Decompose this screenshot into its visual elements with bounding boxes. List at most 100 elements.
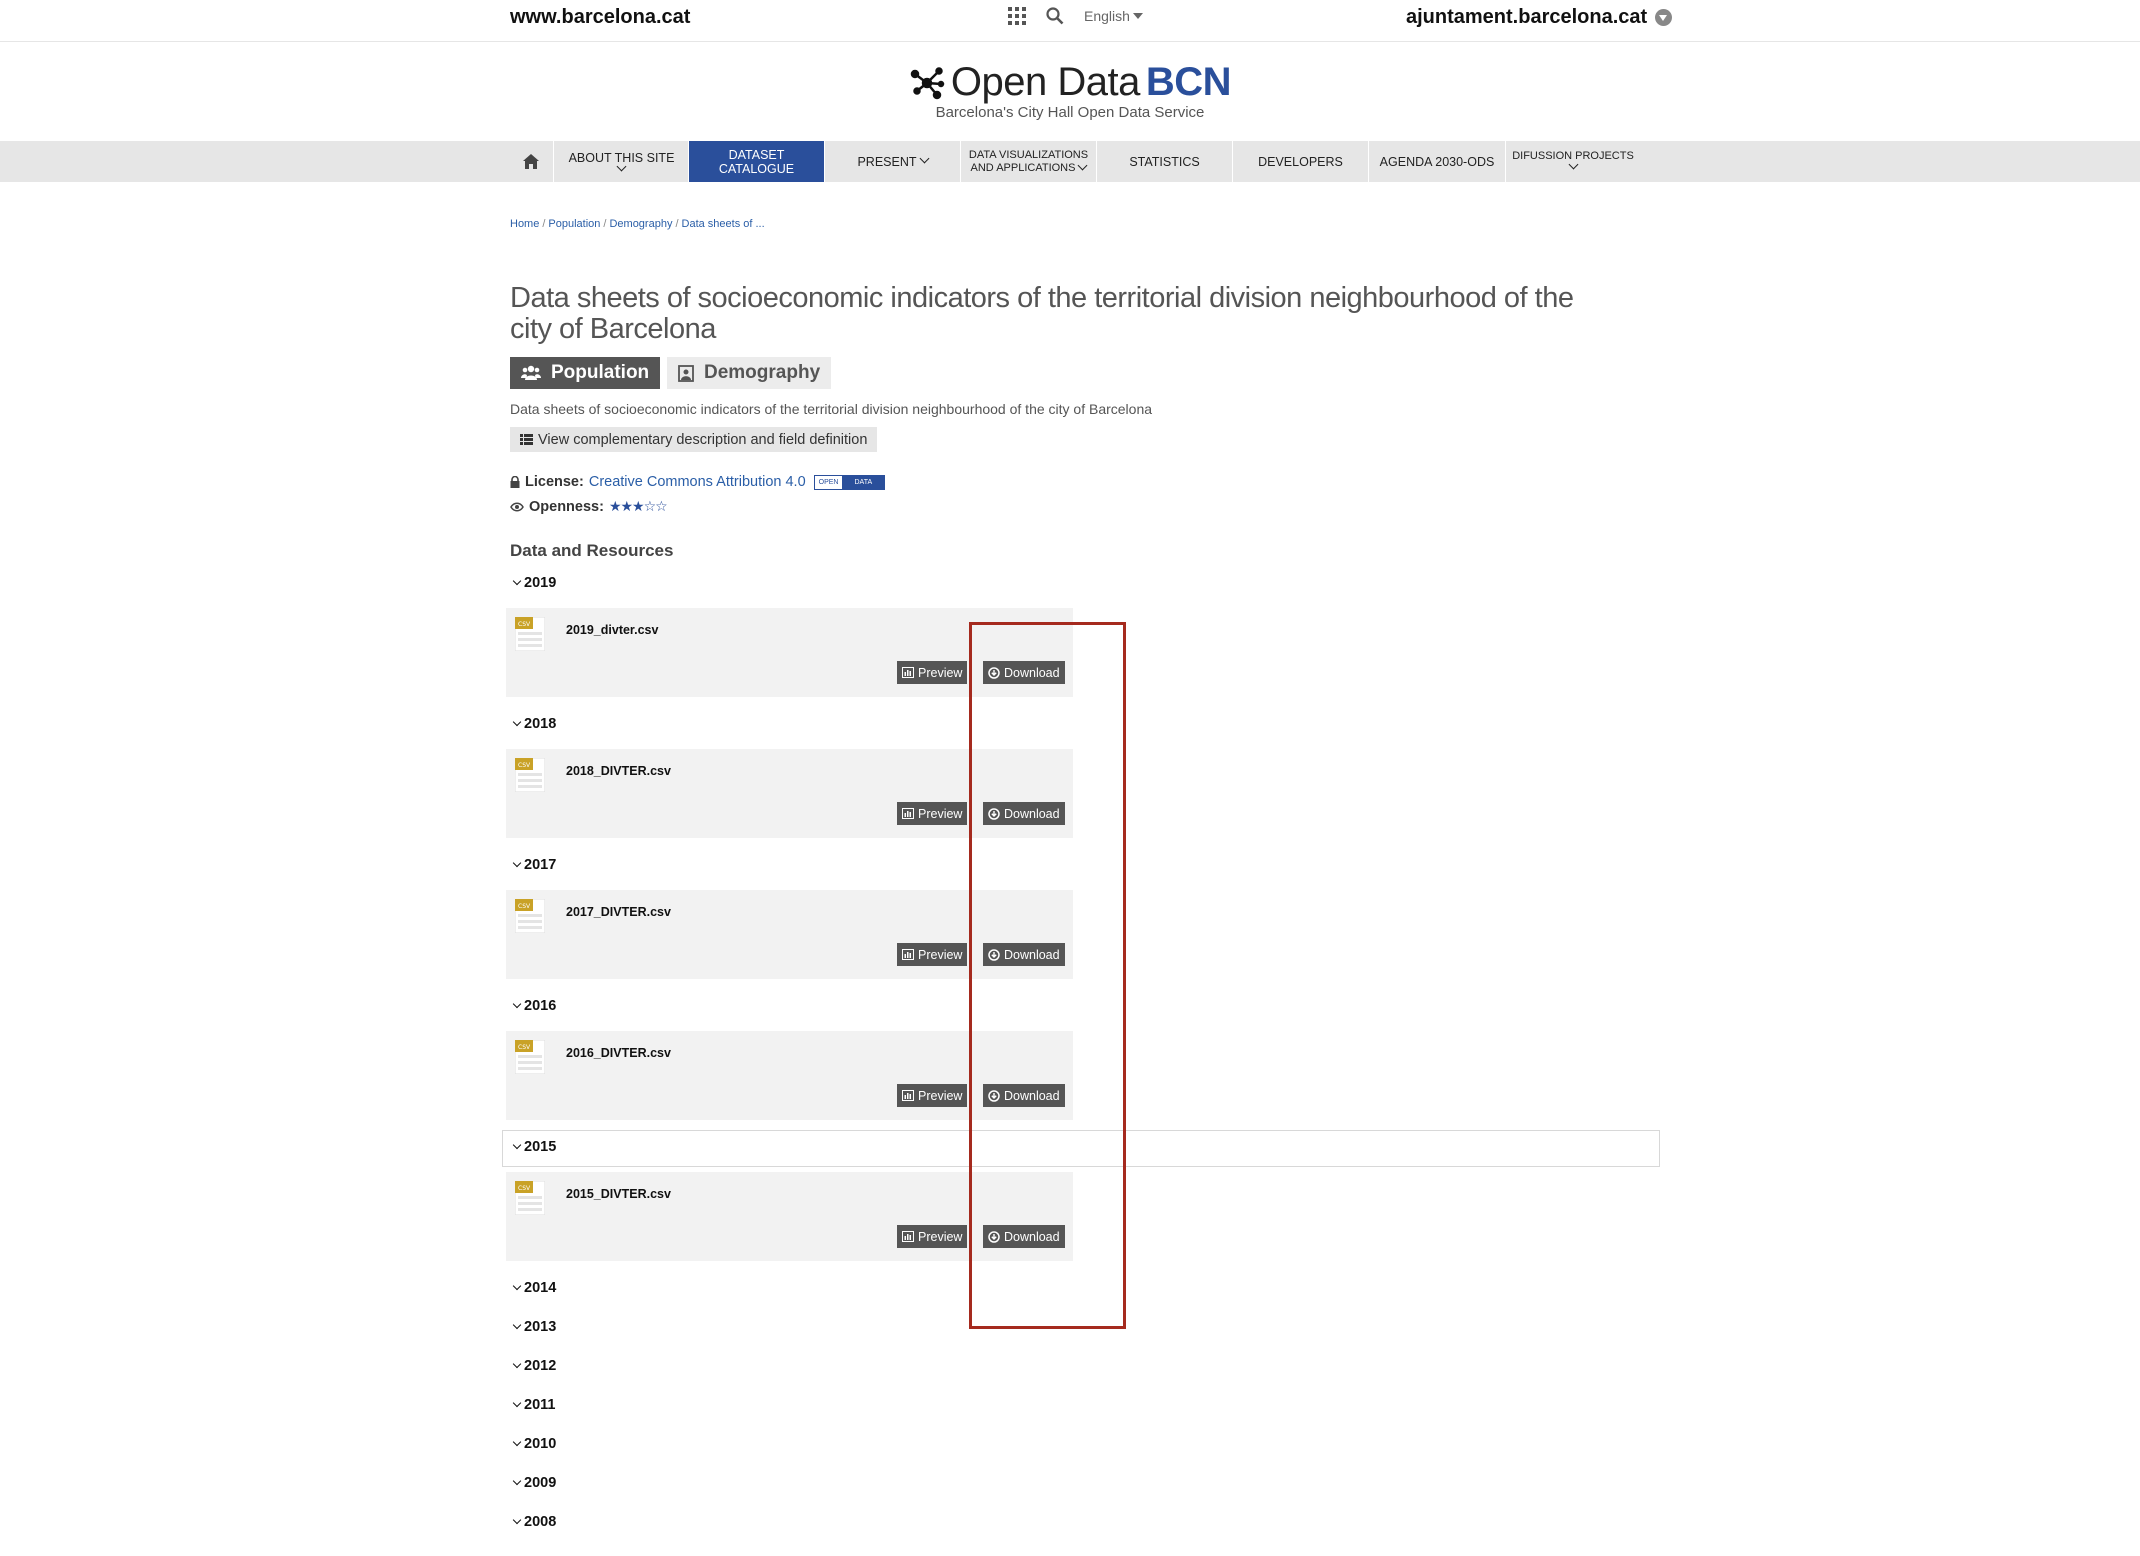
year-label: 2010 [524,1436,557,1452]
badge-open-text: OPEN [814,478,843,486]
nav-statistics[interactable]: STATISTICS [1096,141,1232,182]
nav-agenda[interactable]: AGENDA 2030-ODS [1368,141,1505,182]
year-toggle-2012[interactable]: 2012 [512,1358,556,1374]
tag-demography[interactable]: Demography [667,357,832,389]
year-toggle-2013[interactable]: 2013 [512,1319,557,1335]
nav-developers[interactable]: DEVELOPERS [1232,141,1368,182]
preview-label: Preview [918,665,963,680]
language-selector[interactable]: English [1084,8,1143,24]
preview-button[interactable]: Preview [897,943,968,966]
logo-subtitle: Barcelona's City Hall Open Data Service [935,103,1205,121]
openness-stars: ★★★☆☆ [608,498,668,514]
breadcrumb-demography[interactable]: Demography [609,218,672,230]
year-label: 2018 [524,716,557,732]
barcelona-site-link[interactable]: www.barcelona.cat [510,6,690,29]
chevron-down-icon [1078,160,1088,170]
complementary-description-button[interactable]: View complementary description and field… [510,427,878,452]
year-toggle-2008[interactable]: 2008 [512,1514,557,1530]
chevron-down-icon [512,1320,522,1330]
main-nav: ABOUT THIS SITE DATASET CATALOGUE PRESEN… [0,141,2140,182]
nav-home[interactable] [510,141,552,182]
resource-name[interactable]: 2018_DIVTER.csv [566,764,671,778]
license-link[interactable]: Creative Commons Attribution 4.0 [589,474,806,490]
top-bar-tools: English [1008,7,1143,25]
year-toggle-2011[interactable]: 2011 [512,1397,555,1413]
year-label: 2009 [524,1475,557,1491]
resource-name[interactable]: 2019_divter.csv [566,623,658,637]
site-logo[interactable]: Open Data BCN Barcelona's City Hall Open… [0,60,2140,121]
year-toggle-2019[interactable]: 2019 [512,575,556,591]
badge-data-text: DATA [842,475,885,489]
nav-developers-label: DEVELOPERS [1258,154,1343,169]
csv-label: CSV [518,1185,531,1192]
chevron-down-icon [512,1359,522,1369]
search-icon[interactable] [1046,7,1064,25]
chevron-down-icon [512,576,522,586]
chevron-down-icon [512,717,522,727]
csv-label: CSV [518,621,531,628]
preview-button[interactable]: Preview [897,661,968,684]
open-data-badge[interactable]: OPEN DATA [813,474,886,490]
openness-row: Openness: ★★★☆☆ [510,498,668,515]
chevron-down-icon [512,1515,522,1525]
csv-label: CSV [518,762,531,769]
openness-label: Openness: [529,498,604,515]
nav-dataviz-label-1: DATA VISUALIZATIONS [968,148,1089,161]
nav-catalogue-label-2: CATALOGUE [718,161,795,176]
breadcrumb-current[interactable]: Data sheets of ... [682,218,765,230]
year-toggle-2009[interactable]: 2009 [512,1475,557,1491]
caret-down-icon [1132,13,1143,19]
lock-icon [510,476,520,488]
preview-label: Preview [918,1088,963,1103]
year-toggle-2018[interactable]: 2018 [512,716,557,732]
resource-name[interactable]: 2016_DIVTER.csv [566,1046,671,1060]
resource-name[interactable]: 2017_DIVTER.csv [566,905,671,919]
year-toggle-2017[interactable]: 2017 [512,857,556,873]
breadcrumb: Home / Population / Demography / Data sheets o… [510,218,765,230]
chevron-down-icon [512,1140,522,1150]
year-label: 2015 [524,1139,557,1155]
year-toggle-2014[interactable]: 2014 [512,1280,556,1296]
logo-brand: BCN [1145,60,1232,104]
nav-about[interactable]: ABOUT THIS SITE [553,141,689,182]
preview-button[interactable]: Preview [897,1225,968,1248]
nav-dataset-catalogue[interactable]: DATASET CATALOGUE [688,141,824,182]
resource-name[interactable]: 2015_DIVTER.csv [566,1187,671,1201]
year-toggle-2015[interactable]: 2015 [512,1139,557,1155]
tag-demography-label: Demography [704,362,821,383]
nav-dataviz-label-2: AND APPLICATIONS [970,161,1076,174]
preview-label: Preview [918,806,963,821]
nav-difussion-projects[interactable]: DIFUSSION PROJECTS [1505,141,1640,182]
csv-label: CSV [518,1044,531,1051]
chevron-down-icon [512,1398,522,1408]
nav-present[interactable]: PRESENT [824,141,960,182]
picture-icon [678,364,694,382]
csv-file-icon: CSV [515,899,545,933]
top-bar: www.barcelona.cat English ajuntament.bar… [0,0,2140,42]
chevron-down-icon [512,1281,522,1291]
logo-title: Open Data [950,60,1140,104]
complementary-label: View complementary description and field… [538,431,868,448]
year-toggle-2010[interactable]: 2010 [512,1436,557,1452]
eye-icon [510,502,524,511]
ajuntament-link[interactable]: ajuntament.barcelona.cat [1406,6,1673,29]
preview-button[interactable]: Preview [897,1084,968,1107]
breadcrumb-population[interactable]: Population [548,218,600,230]
nav-data-visualizations[interactable]: DATA VISUALIZATIONS AND APPLICATIONS [960,141,1096,182]
page-title: Data sheets of socioeconomic indicators … [510,282,1574,345]
apps-grid-icon[interactable] [1008,7,1026,25]
list-icon [520,434,533,445]
language-label: English [1084,8,1130,24]
year-label: 2013 [524,1319,557,1335]
year-label: 2008 [524,1514,557,1530]
data-resources-title: Data and Resources [510,541,674,560]
chevron-down-icon [512,1437,522,1447]
circle-chevron-down-icon [1655,9,1673,26]
year-label: 2016 [524,998,557,1014]
csv-label: CSV [518,903,531,910]
tag-population[interactable]: Population [510,357,661,389]
preview-button[interactable]: Preview [897,802,968,825]
chevron-down-icon [919,153,929,164]
year-toggle-2016[interactable]: 2016 [512,998,557,1014]
breadcrumb-home[interactable]: Home [510,218,539,230]
